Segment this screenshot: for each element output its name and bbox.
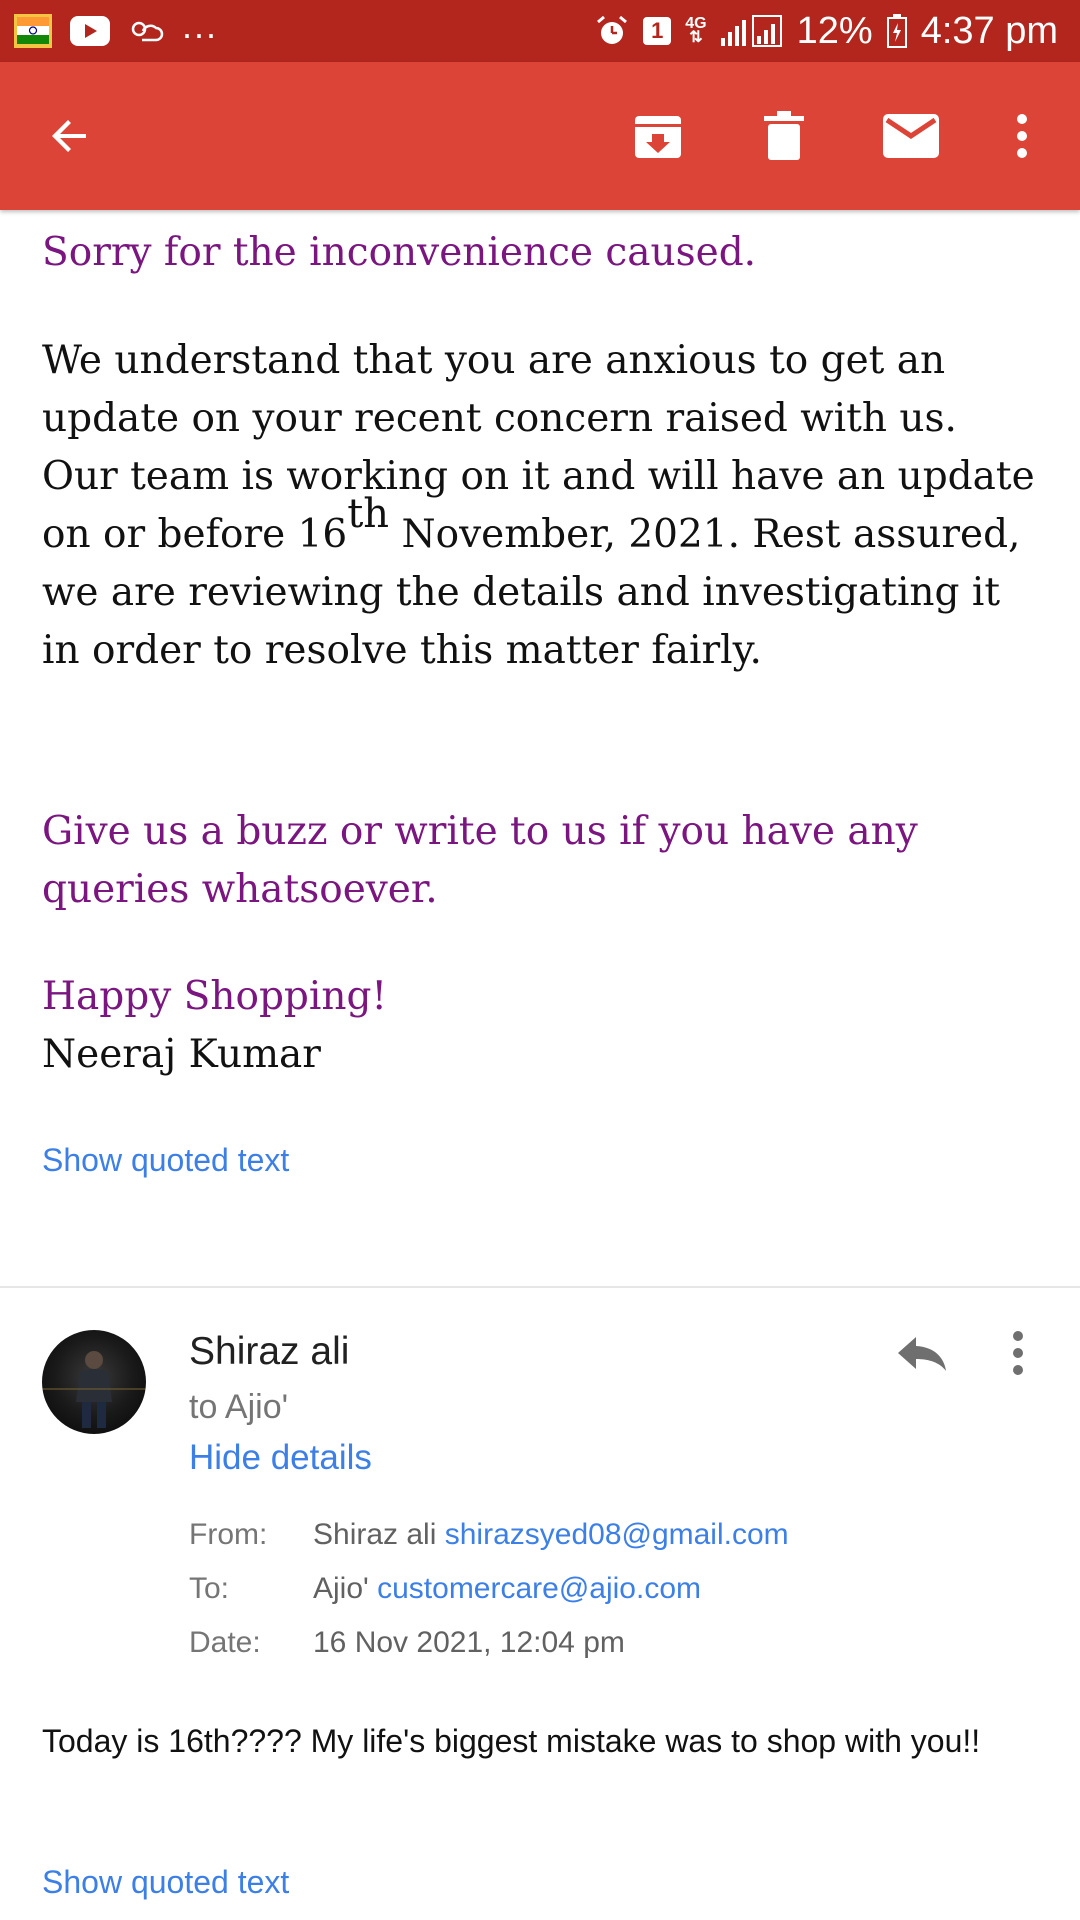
ordinal-suffix: th xyxy=(347,491,390,537)
mark-unread-button[interactable] xyxy=(877,102,945,170)
contact-prompt: Give us a buzz or write to us if you hav… xyxy=(42,809,918,912)
battery-icon xyxy=(886,14,907,48)
clock: 4:37 pm xyxy=(920,9,1058,52)
more-vert-icon xyxy=(1013,1331,1023,1375)
reply-button[interactable] xyxy=(890,1326,954,1380)
hide-details-link[interactable]: Hide details xyxy=(189,1438,372,1478)
app-bar xyxy=(0,62,1080,210)
back-button[interactable] xyxy=(36,102,104,170)
apology-text: Sorry for the inconvenience caused. xyxy=(42,230,757,275)
from-email-link[interactable]: shirazsyed08@gmail.com xyxy=(445,1518,789,1572)
mark-unread-icon xyxy=(883,114,939,158)
sim-indicator: 1 xyxy=(643,17,672,45)
to-email-link[interactable]: customercare@ajio.com xyxy=(377,1572,701,1626)
details-date-row: Date: 16 Nov 2021, 12:04 pm xyxy=(189,1626,789,1680)
show-quoted-text-link-2[interactable]: Show quoted text xyxy=(42,1864,289,1901)
flag-app-icon xyxy=(14,14,52,48)
delete-button[interactable] xyxy=(750,102,818,170)
alarm-icon xyxy=(595,14,629,48)
show-quoted-text-link[interactable]: Show quoted text xyxy=(42,1142,289,1179)
closing-text: Happy Shopping! xyxy=(42,974,388,1019)
to-name: Ajio' xyxy=(313,1572,369,1605)
date-value: 16 Nov 2021, 12:04 pm xyxy=(313,1626,625,1659)
more-vert-icon xyxy=(1017,114,1027,158)
network-type-label: 4G xyxy=(685,15,707,32)
recipient-summary: to Ajio' xyxy=(189,1388,289,1426)
signal-icon xyxy=(720,14,783,48)
reply-icon xyxy=(898,1337,946,1371)
weather-icon xyxy=(128,16,164,46)
message-divider xyxy=(0,1286,1080,1288)
to-label: To: xyxy=(189,1572,230,1605)
details-from-row: From: Shiraz ali shirazsyed08@gmail.com xyxy=(189,1518,789,1572)
from-label: From: xyxy=(189,1518,268,1551)
archive-button[interactable] xyxy=(624,102,692,170)
message-more-button[interactable] xyxy=(1012,1326,1024,1380)
archive-icon xyxy=(635,116,681,158)
signature: Neeraj Kumar xyxy=(42,1032,321,1077)
sender-name: Shiraz ali xyxy=(189,1330,350,1373)
details-to-row: To: Ajio' customercare@ajio.com xyxy=(189,1572,789,1626)
message-body: We understand that you are anxious to ge… xyxy=(42,332,1042,680)
back-arrow-icon xyxy=(52,120,86,152)
from-name: Shiraz ali xyxy=(313,1518,437,1551)
sender-photo xyxy=(42,1351,146,1428)
status-bar: ... 1 4G ⇅ 12% 4:37 pm xyxy=(0,0,1080,62)
more-notifications-indicator: ... xyxy=(182,5,219,46)
avatar[interactable] xyxy=(42,1330,146,1434)
date-label: Date: xyxy=(189,1626,261,1659)
delete-icon xyxy=(764,111,804,160)
message-details: From: Shiraz ali shirazsyed08@gmail.com … xyxy=(189,1518,789,1680)
youtube-icon xyxy=(70,16,110,46)
more-options-button[interactable] xyxy=(988,102,1056,170)
battery-percent: 12% xyxy=(796,9,873,52)
reply-body-text: Today is 16th???? My life's biggest mist… xyxy=(42,1723,981,1759)
network-type: 4G ⇅ xyxy=(685,15,707,46)
